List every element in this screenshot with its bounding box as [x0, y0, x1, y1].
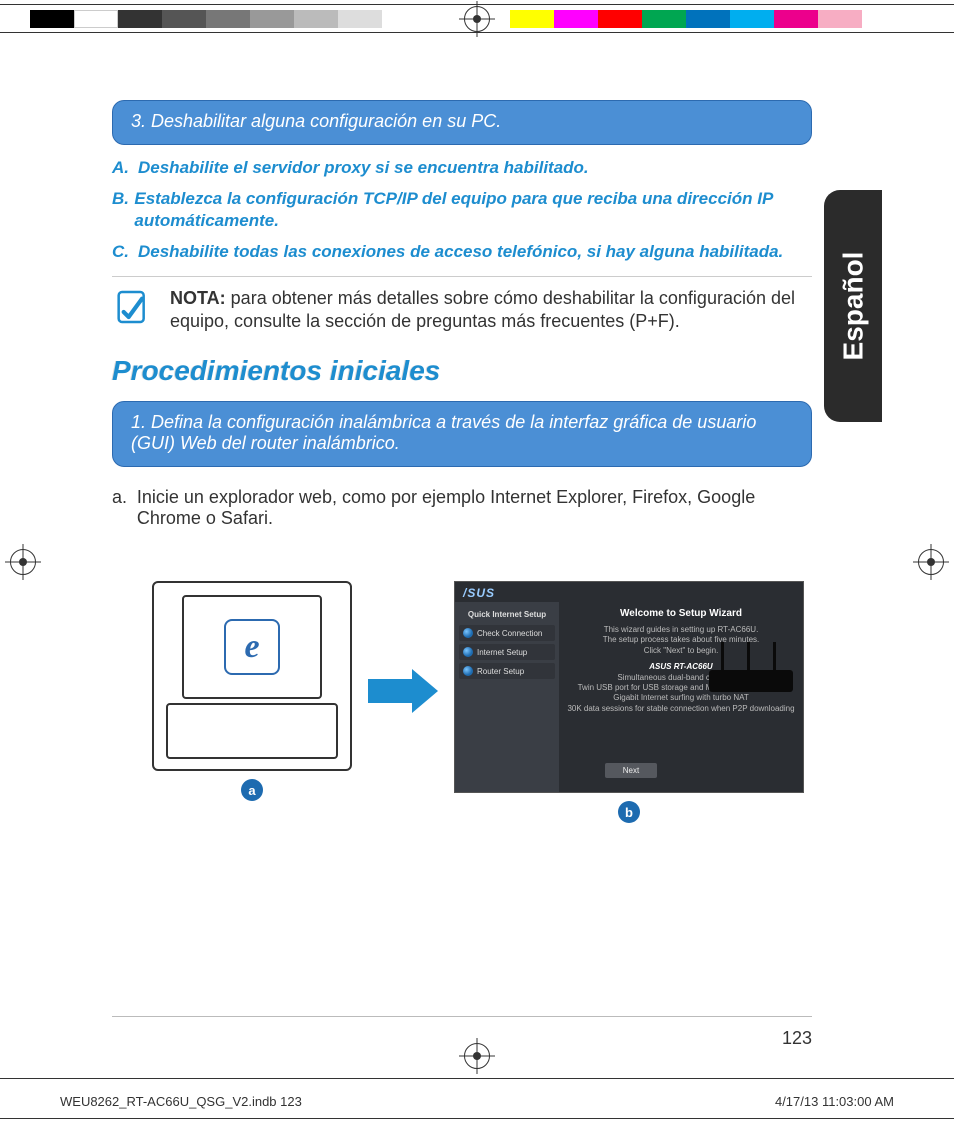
setup-wizard-screenshot: /SUS Quick Internet Setup Check Connecti… — [454, 581, 804, 793]
language-tab: Español — [824, 190, 882, 422]
step-1-box: 1. Defina la configuración inalámbrica a… — [112, 401, 812, 467]
print-colorbar-right — [510, 10, 862, 28]
wizard-model-line: Gigabit Internet surfing with turbo NAT — [567, 693, 795, 703]
substep-list: A. Deshabilite el servidor proxy si se e… — [112, 157, 812, 262]
note-label: NOTA: — [170, 288, 226, 308]
wizard-line: This wizard guides in setting up RT-AC66… — [567, 625, 795, 635]
ie-icon: e — [224, 619, 280, 675]
wizard-sidebar-header: Quick Internet Setup — [459, 606, 555, 625]
brand-logo: /SUS — [463, 586, 495, 600]
wizard-model-line: 30K data sessions for stable connection … — [567, 704, 795, 714]
wizard-main: Welcome to Setup Wizard This wizard guid… — [559, 602, 803, 792]
step-3-box: 3. Deshabilitar alguna configuración en … — [112, 100, 812, 145]
body-item-text: Inicie un explorador web, como por ejemp… — [137, 487, 812, 529]
wizard-sidebar-item: Router Setup — [459, 663, 555, 679]
laptop-illustration: e — [152, 581, 352, 771]
registration-mark-icon — [918, 549, 944, 575]
body-item-label: a. — [112, 487, 137, 529]
note-icon — [112, 287, 152, 327]
language-tab-label: Español — [837, 252, 869, 361]
footer-slug-right: 4/17/13 11:03:00 AM — [775, 1094, 894, 1109]
note-text: NOTA: para obtener más detalles sobre có… — [170, 287, 812, 333]
substep-label: C. — [112, 241, 138, 262]
illustration-row: e a /SUS Quick Internet Setup Check Conn… — [152, 559, 812, 823]
page-footer-rule — [112, 1016, 812, 1017]
footer-slug-left: WEU8262_RT-AC66U_QSG_V2.indb 123 — [60, 1094, 302, 1109]
registration-mark-icon — [464, 1043, 490, 1069]
figure-label-a: a — [241, 779, 263, 801]
arrow-right-icon — [368, 669, 438, 713]
substep-label: B. — [112, 188, 134, 231]
figure-label-b: b — [618, 801, 640, 823]
substep-b-text: Establezca la configuración TCP/IP del e… — [134, 188, 812, 231]
substep-c-text: Deshabilite todas las conexiones de acce… — [138, 241, 783, 262]
print-colorbar-left — [30, 10, 382, 28]
substep-a-text: Deshabilite el servidor proxy si se encu… — [138, 157, 589, 178]
registration-mark-icon — [10, 549, 36, 575]
note-body: para obtener más detalles sobre cómo des… — [170, 288, 795, 331]
wizard-sidebar: Quick Internet Setup Check Connection In… — [455, 602, 559, 792]
divider — [112, 276, 812, 277]
wizard-sidebar-item: Check Connection — [459, 625, 555, 641]
router-icon — [709, 642, 793, 692]
substep-label: A. — [112, 157, 138, 178]
registration-mark-icon — [464, 6, 490, 32]
wizard-next-button: Next — [605, 763, 657, 778]
wizard-title: Welcome to Setup Wizard — [567, 608, 795, 619]
wizard-sidebar-item: Internet Setup — [459, 644, 555, 660]
section-heading: Procedimientos iniciales — [112, 355, 812, 387]
page-number: 123 — [782, 1028, 812, 1049]
